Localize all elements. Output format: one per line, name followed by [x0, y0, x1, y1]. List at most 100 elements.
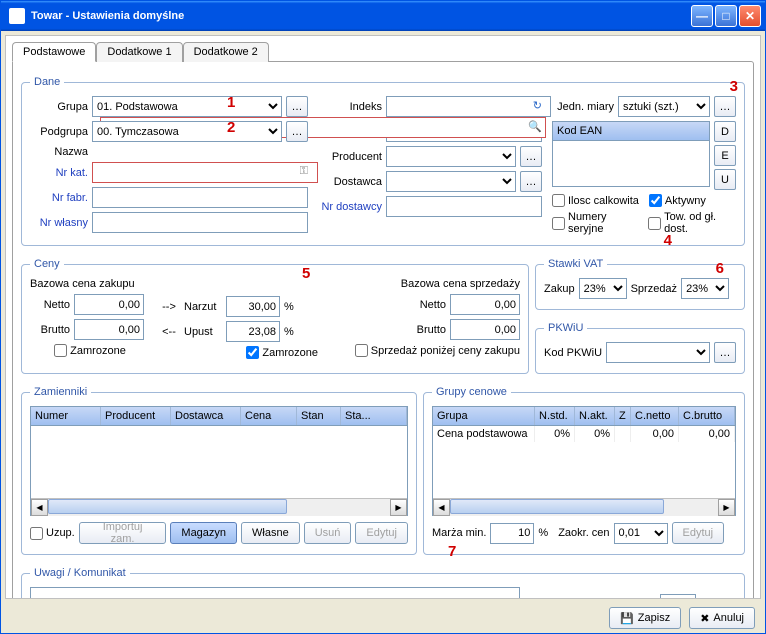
app-window: Towar - Ustawienia domyślne — □ ✕ Podsta… [0, 0, 766, 634]
aktywny-checkbox[interactable]: Aktywny [649, 194, 706, 207]
scroll-right-icon[interactable]: ▶ [718, 499, 735, 516]
e-button[interactable]: E [714, 145, 736, 166]
maximize-button[interactable]: □ [715, 5, 737, 27]
producent-select[interactable] [386, 146, 516, 167]
netto-sprzedaz-input[interactable] [450, 294, 520, 315]
nrwlasny-input[interactable] [92, 212, 308, 233]
annot-6: 6 [716, 260, 724, 277]
col-cena[interactable]: Cena [241, 407, 297, 425]
ean-list[interactable]: Kod EAN [552, 121, 710, 187]
d-button[interactable]: D [714, 121, 736, 142]
col-z[interactable]: Z [615, 407, 631, 425]
podgrupa-select[interactable]: 00. Tymczasowa [92, 121, 282, 142]
jedn-label: Jedn. miary [552, 101, 614, 113]
wlasne-button[interactable]: Własne [241, 522, 300, 544]
jedn-select[interactable]: sztuki (szt.) [618, 96, 710, 117]
zaokr-select[interactable]: 0,01 [614, 523, 668, 544]
grupy-grid[interactable]: Grupa N.std. N.akt. Z C.netto C.brutto C… [432, 406, 736, 516]
minimize-button[interactable]: — [691, 5, 713, 27]
zamienniki-grid[interactable]: Numer Producent Dostawca Cena Stan Sta..… [30, 406, 408, 516]
podgrupa-label: Podgrupa [30, 126, 88, 138]
wyswietl-checkbox[interactable]: Wyświetl [524, 598, 583, 600]
anuluj-button[interactable]: ✖ Anuluj [689, 607, 755, 629]
producent-label: Producent [318, 151, 382, 163]
scroll-right-icon[interactable]: ▶ [390, 499, 407, 516]
towod-checkbox[interactable]: Tow. od gł. dost. [648, 211, 736, 235]
refresh-icon[interactable]: ↻ [533, 99, 542, 117]
zamienniki-legend: Zamienniki [30, 386, 91, 398]
pkwiu-lookup-button[interactable]: … [714, 342, 736, 363]
wsk-unit: m [700, 598, 709, 599]
pkwiu-select[interactable] [606, 342, 710, 363]
nrkat-label: Nr kat. [30, 167, 88, 179]
table-row[interactable]: Cena podstawowa 0% 0% 0,00 0,00 [433, 426, 735, 442]
tab-dodatkowe1[interactable]: Dodatkowe 1 [96, 42, 182, 62]
col-sta[interactable]: Sta... [341, 407, 407, 425]
zamrozone1-checkbox[interactable]: Zamrozone [54, 344, 126, 357]
brutto-zakup-input[interactable] [74, 319, 144, 340]
upust-input[interactable] [226, 321, 280, 342]
col-stan[interactable]: Stan [297, 407, 341, 425]
podgrupa-lookup-button[interactable]: … [286, 121, 308, 142]
brutto-sprzedaz-input[interactable] [450, 319, 520, 340]
producent-lookup-button[interactable]: … [520, 146, 542, 167]
uzup-checkbox[interactable]: Uzup. [30, 527, 75, 540]
col-dostawca[interactable]: Dostawca [171, 407, 241, 425]
upust-pct: % [284, 326, 294, 338]
zaokr-label: Zaokr. cen [558, 527, 609, 539]
col-cnetto[interactable]: C.netto [631, 407, 679, 425]
grupa-lookup-button[interactable]: … [286, 96, 308, 117]
close-button[interactable]: ✕ [739, 5, 761, 27]
uwagi-legend: Uwagi / Komunikat [30, 567, 130, 579]
indeks-input[interactable] [386, 96, 551, 117]
sprzedaz-label: Sprzedaż [631, 283, 677, 295]
tab-dodatkowe2[interactable]: Dodatkowe 2 [183, 42, 269, 62]
grupy-hscroll[interactable]: ◀ ▶ [433, 498, 735, 515]
zapisz-button[interactable]: 💾 Zapisz [609, 607, 681, 629]
key-icon: ⚿ [300, 165, 308, 183]
grupa-select[interactable]: 01. Podstawowa [92, 96, 282, 117]
magazyn-button[interactable]: Magazyn [170, 522, 237, 544]
col-nstd[interactable]: N.std. [535, 407, 575, 425]
netto-zakup-input[interactable] [74, 294, 144, 315]
wsk-label: Wsk. rotacji [599, 598, 656, 599]
wsk-input[interactable] [660, 594, 696, 600]
importuj-button: Importuj zam. [79, 522, 167, 544]
col-producent[interactable]: Producent [101, 407, 171, 425]
jedn-lookup-button[interactable]: … [714, 96, 736, 117]
uwagi-memo[interactable] [30, 587, 520, 599]
tab-strip: Podstawowe Dodatkowe 1 Dodatkowe 2 [12, 42, 754, 62]
zakup-vat-select[interactable]: 23% [579, 278, 627, 299]
nrkat-input[interactable] [92, 162, 318, 183]
u-button[interactable]: U [714, 169, 736, 190]
stawki-legend: Stawki VAT [544, 258, 607, 270]
col-nakt[interactable]: N.akt. [575, 407, 615, 425]
nrfabr-input[interactable] [92, 187, 308, 208]
scroll-left-icon[interactable]: ◀ [31, 499, 48, 516]
numery-checkbox[interactable]: Numery seryjne [552, 211, 638, 235]
nrdostawcy-input[interactable] [386, 196, 542, 217]
dostawca-select[interactable] [386, 171, 516, 192]
annot-5: 5 [302, 265, 310, 282]
brutto2-label: Brutto [406, 324, 446, 336]
zamrozone2-checkbox[interactable]: Zamrozone [246, 346, 318, 359]
sprzedaz-vat-select[interactable]: 23% [681, 278, 729, 299]
scroll-left-icon[interactable]: ◀ [433, 499, 450, 516]
sprzedaz-ponizej-checkbox[interactable]: Sprzedaż poniżej ceny zakupu [355, 344, 520, 357]
indeks-label: Indeks [318, 101, 382, 113]
marza-input[interactable] [490, 523, 534, 544]
annot-4: 4 [664, 232, 672, 249]
dostawca-lookup-button[interactable]: … [520, 171, 542, 192]
tab-podstawowe[interactable]: Podstawowe [12, 42, 96, 62]
narzut-input[interactable] [226, 296, 280, 317]
col-grupa[interactable]: Grupa [433, 407, 535, 425]
app-icon [9, 8, 25, 24]
col-cbrutto[interactable]: C.brutto [679, 407, 735, 425]
zamienniki-hscroll[interactable]: ◀ ▶ [31, 498, 407, 515]
bazowa-sprzedazy-label: Bazowa cena sprzedaży [326, 278, 520, 290]
upust-arrow: <-- [158, 326, 180, 338]
col-numer[interactable]: Numer [31, 407, 101, 425]
ceny-legend: Ceny [30, 258, 64, 270]
cancel-icon: ✖ [700, 612, 709, 625]
ilosc-checkbox[interactable]: Ilosc calkowita [552, 194, 639, 207]
